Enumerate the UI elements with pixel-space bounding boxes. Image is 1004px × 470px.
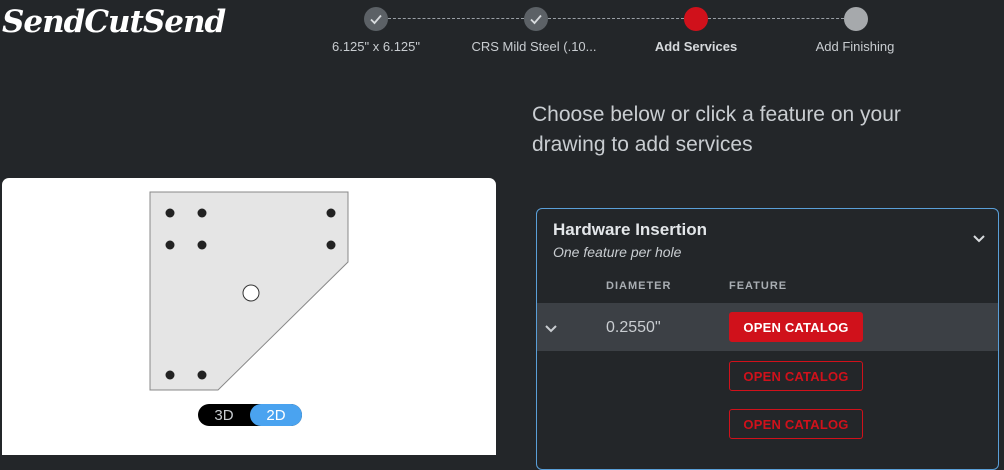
chevron-down-icon[interactable] [544,321,558,339]
hole [197,240,207,250]
column-header-feature: FEATURE [729,280,788,292]
hardware-row[interactable]: 0.2550" OPEN CATALOG [537,303,998,351]
open-catalog-button[interactable]: OPEN CATALOG [729,312,863,342]
panel-title[interactable]: Hardware Insertion [553,220,707,240]
hole [165,240,175,250]
open-catalog-button[interactable]: OPEN CATALOG [729,409,863,439]
step-4-indicator[interactable] [844,7,868,31]
step-3-label: Add Services [654,39,738,54]
diameter-value: 0.2550" [606,319,661,336]
hole [165,370,175,380]
hole [197,208,207,218]
open-catalog-button[interactable]: OPEN CATALOG [729,361,863,391]
step-connector [388,18,524,19]
step-1-indicator[interactable] [364,7,388,31]
column-header-diameter: DIAMETER [606,280,672,292]
step-3-indicator [684,7,708,31]
step-1-label[interactable]: 6.125" x 6.125" [332,39,420,54]
hole [326,240,336,250]
page-instructions: Choose below or click a feature on your … [532,103,901,156]
step-2-indicator[interactable] [524,7,548,31]
progress-stepper: 6.125" x 6.125" CRS Mild Steel (.10... A… [0,0,1004,60]
step-4-label[interactable]: Add Finishing [816,39,895,54]
step-connector [708,18,844,19]
check-icon [370,14,382,25]
collapse-chevron-icon[interactable] [972,231,986,249]
hole [165,208,175,218]
hardware-insertion-panel: Hardware Insertion One feature per hole … [536,208,999,470]
view-3d-option[interactable]: 3D [198,404,250,426]
hole [197,370,207,380]
part-viewer[interactable]: 3D 2D [2,178,496,455]
step-connector [548,18,684,19]
view-mode-toggle[interactable]: 3D 2D [198,404,302,426]
check-icon [530,14,542,25]
hardware-row: OPEN CATALOG [537,400,998,448]
panel-subtitle: One feature per hole [553,244,682,260]
selected-hole [242,284,260,302]
step-2-label[interactable]: CRS Mild Steel (.10... [472,39,597,54]
hole [326,208,336,218]
view-2d-option[interactable]: 2D [250,404,302,426]
hardware-row: OPEN CATALOG [537,352,998,400]
